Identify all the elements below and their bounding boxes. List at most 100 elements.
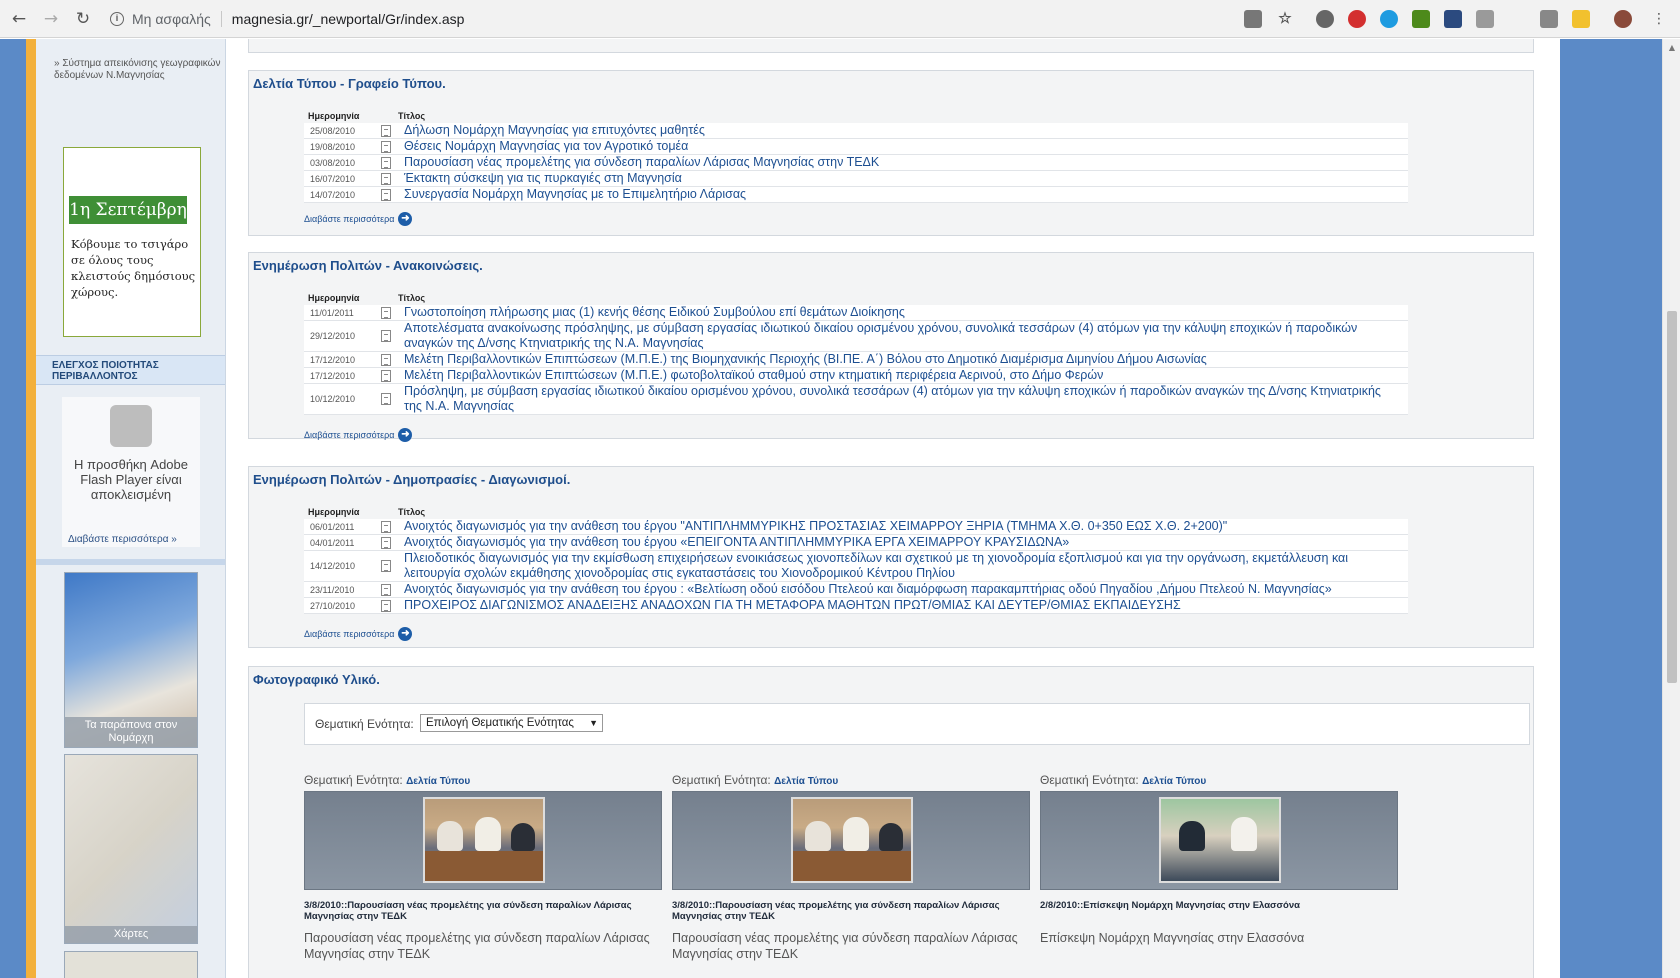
back-icon[interactable]: ← (8, 8, 30, 30)
sidebar-divider (36, 559, 225, 565)
photo-thumbnail[interactable] (791, 797, 913, 883)
sidebar-read-more-link[interactable]: Διαβάστε περισσότερα » (68, 534, 177, 545)
photo-category-label: Θεματική Ενότητα: (304, 773, 403, 787)
row-title-link[interactable]: Ανοιχτός διαγωνισμός για την ανάθεση του… (398, 519, 1408, 534)
flash-placeholder[interactable]: Η προσθήκη Adobe Flash Player είναι αποκ… (62, 397, 200, 547)
forward-icon[interactable]: → (40, 8, 62, 30)
press-read-more-link[interactable]: Διαβάστε περισσότερα ➜ (304, 212, 413, 226)
scroll-thumb[interactable] (1667, 311, 1677, 683)
date-column-header: Ημερομηνία (308, 507, 360, 517)
menu-kebab-icon[interactable]: ⋮ (1648, 8, 1670, 30)
table-row[interactable]: 17/12/2010 Μελέτη Περιβαλλοντικών Επιπτώσ… (304, 368, 1408, 384)
read-more-label: Διαβάστε περισσότερα (304, 430, 395, 440)
photo-card[interactable]: Θεματική Ενότητα: Δελτία Τύπου 2/8/2010:… (1040, 773, 1400, 946)
press-section-title: Δελτία Τύπου - Γραφείο Τύπου. (253, 76, 446, 91)
table-row[interactable]: 06/01/2011 Ανοιχτός διαγωνισμός για την α… (304, 519, 1408, 535)
quality-heading: ΕΛΕΓΧΟΣ ΠΟΙΟΤΗΤΑΣ ΠΕΡΙΒΑΛΛΟΝΤΟΣ (36, 355, 225, 385)
photo-frame[interactable] (672, 791, 1030, 890)
photo-category-link[interactable]: Δελτία Τύπου (774, 776, 838, 787)
row-date: 14/12/2010 (310, 561, 356, 571)
table-row[interactable]: 10/12/2010 Πρόσληψη, με σύμβαση εργασίας … (304, 384, 1408, 415)
row-title-link[interactable]: Αποτελέσματα ανακοίνωσης πρόσληψης, με σ… (398, 321, 1408, 351)
table-row[interactable]: 11/01/2011 Γνωστοποίηση πλήρωσης μιας (1)… (304, 305, 1408, 321)
photo-card[interactable]: Θεματική Ενότητα: Δελτία Τύπου 3/8/2010:… (672, 773, 1032, 962)
geo-system-link[interactable]: » Σύστημα απεικόνισης γεωγραφικών δεδομέ… (54, 58, 224, 82)
announcements-read-more-link[interactable]: Διαβάστε περισσότερα ➜ (304, 428, 413, 442)
photo-thumbnail[interactable] (1159, 797, 1281, 883)
photo-caption[interactable]: 2/8/2010::Επίσκεψη Νομάρχη Μαγνησίας στη… (1040, 900, 1400, 930)
photo-category-line: Θεματική Ενότητα: Δελτία Τύπου (672, 773, 1032, 791)
row-date: 17/12/2010 (310, 370, 356, 381)
web-page: » Σύστημα απεικόνισης γεωγραφικών δεδομέ… (0, 39, 1680, 978)
address-bar[interactable]: i Μη ασφαλής magnesia.gr/_newportal/Gr/i… (110, 6, 1210, 32)
adblock-icon[interactable] (1348, 10, 1366, 28)
tenders-section-title: Ενημέρωση Πολιτών - Δημοπρασίες - Διαγων… (253, 472, 571, 487)
row-title-link[interactable]: Ανοιχτός διαγωνισμός για την ανάθεση του… (398, 535, 1408, 550)
row-date: 04/01/2011 (310, 537, 355, 548)
font-icon[interactable] (1508, 10, 1526, 28)
page-scrollbar[interactable]: ▲ (1662, 39, 1680, 978)
table-row[interactable]: 29/12/2010 Αποτελέσματα ανακοίνωσης πρόσλ… (304, 321, 1408, 352)
code-icon[interactable] (1476, 10, 1494, 28)
photo-description: Παρουσίαση νέας προμελέτης για σύνδεση π… (672, 931, 1018, 961)
table-row[interactable]: 04/01/2011 Ανοιχτός διαγωνισμός για την α… (304, 535, 1408, 551)
row-title-link[interactable]: Μελέτη Περιβαλλοντικών Επιπτώσεων (Μ.Π.Ε… (398, 368, 1408, 383)
sidebar-tile-partial[interactable] (64, 951, 198, 978)
table-row[interactable]: 14/07/2010 Συνεργασία Νομάρχη Μαγνησίας μ… (304, 187, 1408, 203)
row-title-link[interactable]: Μελέτη Περιβαλλοντικών Επιπτώσεων (Μ.Π.Ε… (398, 352, 1408, 367)
photo-category-link[interactable]: Δελτία Τύπου (1142, 776, 1206, 787)
row-title-link[interactable]: Δήλωση Νομάρχη Μαγνησίας για επιτυχόντες… (398, 123, 1408, 138)
photo-filter: Θεματική Ενότητα: Επιλογή Θεματικής Ενότ… (304, 703, 1530, 745)
news-icon[interactable] (1444, 10, 1462, 28)
row-date: 14/07/2010 (310, 189, 356, 200)
photo-card[interactable]: Θεματική Ενότητα: Δελτία Τύπου 3/8/2010:… (304, 773, 664, 962)
table-row[interactable]: 17/12/2010 Μελέτη Περιβαλλοντικών Επιπτώσ… (304, 352, 1408, 368)
category-select[interactable]: Επιλογή Θεματικής Ενότητας ▼ (420, 714, 603, 732)
tenders-read-more-link[interactable]: Διαβάστε περισσότερα ➜ (304, 627, 413, 641)
document-icon (374, 124, 398, 138)
document-icon (374, 520, 398, 534)
table-row[interactable]: 16/07/2010 Έκτακτη σύσκεψη για τις πυρκαγ… (304, 171, 1408, 187)
lightbulb-icon[interactable] (1572, 10, 1590, 28)
row-title-link[interactable]: Παρουσίαση νέας προμελέτης για σύνδεση π… (398, 155, 1408, 170)
photo-frame[interactable] (304, 791, 662, 890)
photo-thumbnail[interactable] (423, 797, 545, 883)
row-title-link[interactable]: Συνεργασία Νομάρχη Μαγνησίας με το Επιμε… (398, 187, 1408, 202)
table-header: Ημερομηνία Τίτλος (304, 293, 1408, 305)
row-title-link[interactable]: ΠΡΟΧΕΙΡΟΣ ΔΙΑΓΩΝΙΣΜΟΣ ΑΝΑΔΕΙΞΗΣ ΑΝΑΔΟΧΩΝ… (398, 598, 1408, 613)
table-row[interactable]: 23/11/2010 Ανοιχτός διαγωνισμός για την α… (304, 582, 1408, 598)
row-title-link[interactable]: Γνωστοποίηση πλήρωσης μιας (1) κενής θέσ… (398, 305, 1408, 320)
table-row[interactable]: 14/12/2010 Πλειοδοτικός διαγωνισμός για τ… (304, 551, 1408, 582)
row-title-link[interactable]: Έκτακτη σύσκεψη για τις πυρκαγιές στη Μα… (398, 171, 1408, 186)
photo-frame[interactable] (1040, 791, 1398, 890)
row-date: 06/01/2011 (310, 521, 355, 532)
press-table: Ημερομηνία Τίτλος 25/08/2010 Δήλωση Νομάρ… (304, 111, 1408, 203)
skype-icon[interactable] (1380, 10, 1398, 28)
info-icon[interactable]: i (110, 12, 124, 26)
table-row[interactable]: 19/08/2010 Θέσεις Νομάρχη Μαγνησίας για τ… (304, 139, 1408, 155)
dreamweaver-icon[interactable] (1412, 10, 1430, 28)
scroll-up-icon[interactable]: ▲ (1667, 43, 1677, 52)
document-icon (374, 599, 398, 613)
extension-gear-icon[interactable] (1316, 10, 1334, 28)
shield-icon[interactable] (1540, 10, 1558, 28)
row-title-link[interactable]: Θέσεις Νομάρχη Μαγνησίας για τον Αγροτικ… (398, 139, 1408, 154)
complaints-tile[interactable]: Τα παράπονα στον Νομάρχη (64, 572, 198, 748)
url-text[interactable]: magnesia.gr/_newportal/Gr/index.asp (232, 11, 465, 27)
table-row[interactable]: 25/08/2010 Δήλωση Νομάρχη Μαγνησίας για ε… (304, 123, 1408, 139)
bookmark-star-icon[interactable]: ☆ (1276, 10, 1294, 28)
table-row[interactable]: 03/08/2010 Παρουσίαση νέας προμελέτης για… (304, 155, 1408, 171)
translate-icon[interactable] (1244, 10, 1262, 28)
photo-caption[interactable]: 3/8/2010::Παρουσίαση νέας προμελέτης για… (672, 900, 1032, 930)
table-header: Ημερομηνία Τίτλος (304, 111, 1408, 123)
table-row[interactable]: 27/10/2010 ΠΡΟΧΕΙΡΟΣ ΔΙΑΓΩΝΙΣΜΟΣ ΑΝΑΔΕΙΞΗ… (304, 598, 1408, 614)
photo-caption[interactable]: 3/8/2010::Παρουσίαση νέας προμελέτης για… (304, 900, 664, 930)
reload-icon[interactable]: ↻ (72, 8, 94, 30)
photo-category-link[interactable]: Δελτία Τύπου (406, 776, 470, 787)
avatar[interactable] (1614, 10, 1632, 28)
maps-tile[interactable]: Χάρτες (64, 754, 198, 944)
row-title-link[interactable]: Ανοιχτός διαγωνισμός για την ανάθεση του… (398, 582, 1408, 597)
smoking-ban-banner[interactable]: 1η Σεπτέμβρη Κόβουμε το τσιγάρο σε όλους… (63, 147, 201, 337)
row-title-link[interactable]: Πρόσληψη, με σύμβαση εργασίας ιδιωτικού … (398, 384, 1408, 414)
row-title-link[interactable]: Πλειοδοτικός διαγωνισμός για την εκμίσθω… (398, 551, 1408, 581)
